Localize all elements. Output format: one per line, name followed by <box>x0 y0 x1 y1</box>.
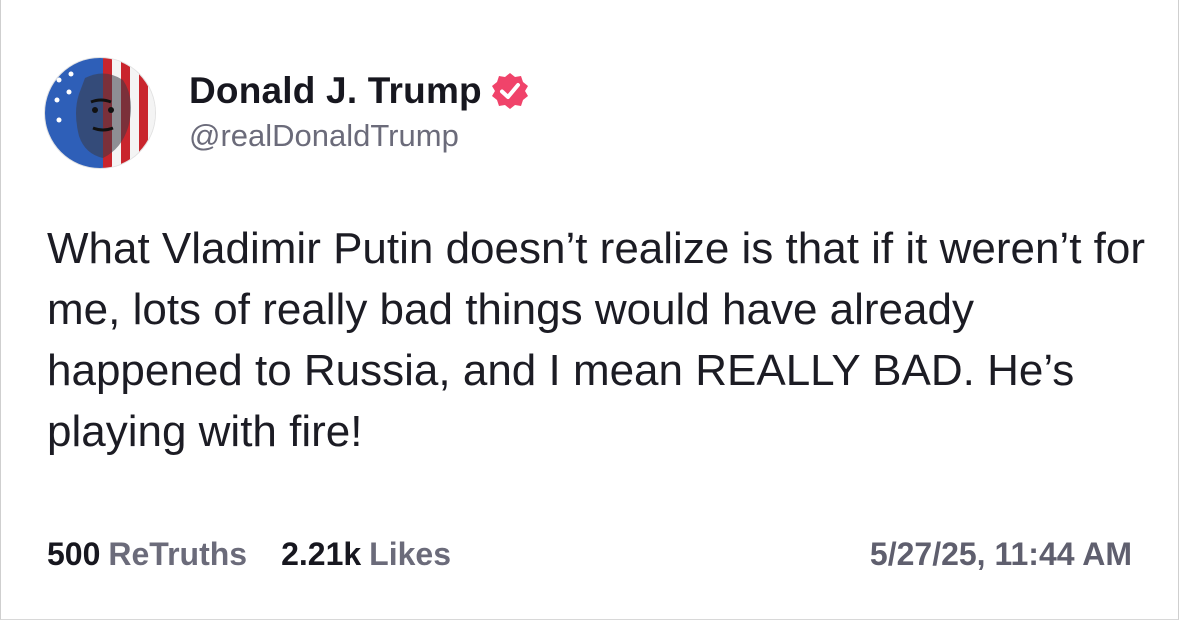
author-info: Donald J. Trump @realDonaldTrump <box>189 70 530 154</box>
likes-count: 2.21k <box>281 536 362 572</box>
author-display-name[interactable]: Donald J. Trump <box>189 70 482 112</box>
retruths-stat[interactable]: 500 ReTruths <box>47 536 247 573</box>
retruths-count: 500 <box>47 536 101 572</box>
name-row: Donald J. Trump <box>189 70 530 112</box>
retruths-label: ReTruths <box>108 536 248 572</box>
likes-stat[interactable]: 2.21k Likes <box>281 536 451 573</box>
post-header: Donald J. Trump @realDonaldTrump <box>45 58 530 168</box>
author-handle[interactable]: @realDonaldTrump <box>189 118 530 154</box>
profile-avatar[interactable] <box>45 58 155 168</box>
avatar-image <box>45 58 155 168</box>
verified-badge-icon <box>491 73 528 109</box>
post-body-text: What Vladimir Putin doesn’t realize is t… <box>47 224 1146 456</box>
likes-label: Likes <box>369 536 451 572</box>
post-footer: 500 ReTruths 2.21k Likes 5/27/25, 11:44 AM <box>47 536 1132 573</box>
post-timestamp[interactable]: 5/27/25, 11:44 AM <box>870 536 1132 573</box>
post-card: Donald J. Trump @realDonaldTrump What Vl… <box>0 0 1179 620</box>
